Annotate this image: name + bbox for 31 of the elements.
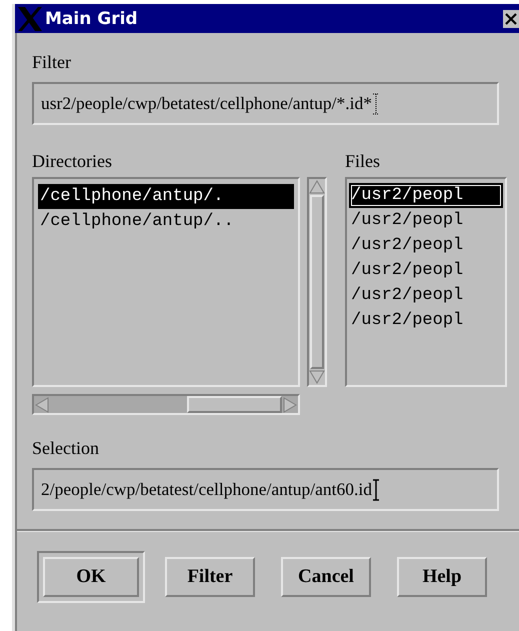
filter-field[interactable]: usr2/people/cwp/betatest/cellphone/antup/*.id* (32, 82, 499, 125)
dialog-button[interactable]: Filter (165, 557, 255, 597)
directory-item[interactable]: /cellphone/antup/. (38, 184, 294, 209)
directories-list[interactable]: /cellphone/antup/. /cellphone/antup/.. (32, 177, 300, 387)
file-item[interactable]: /usr2/peopl (349, 258, 503, 283)
right-arrow-icon[interactable] (282, 396, 298, 412)
filter-label: Filter (32, 51, 71, 73)
file-item[interactable]: /usr2/peopl (349, 183, 503, 208)
dialog-button[interactable]: Help (397, 557, 487, 597)
file-item[interactable]: /usr2/peopl (349, 233, 503, 258)
files-label: Files (345, 150, 380, 172)
selection-label: Selection (32, 437, 99, 459)
close-icon[interactable] (503, 10, 519, 28)
window-title: Main Grid (45, 8, 139, 28)
selection-field[interactable]: 2/people/cwp/betatest/cellphone/antup/ant60.id (32, 468, 499, 511)
directory-item[interactable]: /cellphone/antup/.. (38, 209, 294, 234)
vertical-scrollbar[interactable] (307, 177, 327, 387)
file-item[interactable]: /usr2/peopl (349, 208, 503, 233)
down-arrow-icon[interactable] (309, 369, 325, 385)
x-logo-icon (17, 6, 43, 32)
text-cursor-icon (372, 92, 379, 114)
directories-label: Directories (32, 150, 112, 172)
file-item[interactable]: /usr2/peopl (349, 283, 503, 308)
left-arrow-icon[interactable] (34, 396, 50, 412)
dialog-button[interactable]: Cancel (281, 557, 371, 597)
up-arrow-icon[interactable] (309, 179, 325, 195)
files-list[interactable]: /usr2/peopl /usr2/peopl /usr2/peopl /usr2/peopl /usr2/peopl /usr2/peopl (345, 177, 507, 387)
text-cursor-icon (372, 478, 379, 500)
file-item[interactable]: /usr2/peopl (349, 308, 503, 333)
dialog-button[interactable]: OK (43, 557, 139, 597)
horizontal-scrollbar[interactable] (32, 394, 300, 415)
